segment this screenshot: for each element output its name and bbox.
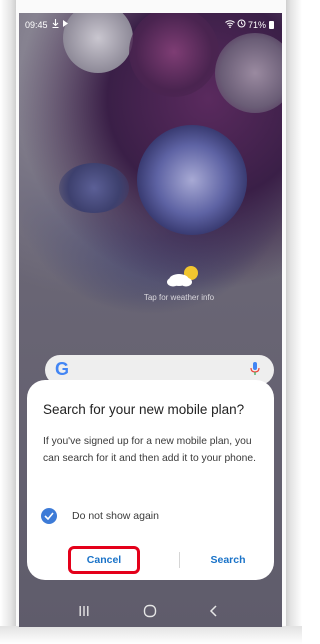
weather-widget[interactable] (115, 262, 255, 312)
shadow-bottom (0, 626, 302, 644)
status-system-icons: 71% (225, 19, 274, 30)
shadow-right (286, 0, 302, 644)
weather-label[interactable]: Tap for weather info (119, 293, 239, 302)
recent-apps-icon[interactable] (69, 603, 99, 619)
button-divider (179, 552, 180, 568)
home-icon[interactable] (135, 603, 165, 619)
wifi-icon (225, 19, 235, 30)
alarm-icon (237, 19, 246, 30)
cancel-button[interactable]: Cancel (68, 546, 140, 574)
search-button[interactable]: Search (192, 546, 264, 574)
do-not-show-again-row[interactable]: Do not show again (41, 508, 159, 524)
google-logo: G (55, 359, 70, 379)
status-bar: 09:45 71% (19, 13, 282, 35)
do-not-show-again-checkbox[interactable] (41, 508, 57, 524)
do-not-show-again-label[interactable]: Do not show again (72, 510, 159, 522)
dialog-message: If you've signed up for a new mobile pla… (43, 436, 256, 464)
download-icon (52, 19, 59, 30)
screenshot-stage: 09:45 71% Tap for weather info G Search … (0, 0, 302, 644)
check-icon (44, 512, 54, 520)
weather-sun-cloud-icon (167, 266, 198, 287)
battery-percent: 71% (247, 19, 266, 30)
navigation-bar (19, 593, 282, 627)
mobile-plan-dialog: Search for your new mobile plan? If you'… (27, 380, 274, 580)
shadow-left (0, 0, 16, 644)
back-icon[interactable] (199, 603, 229, 619)
status-time: 09:45 (25, 20, 48, 30)
phone-screen: 09:45 71% Tap for weather info G Search … (19, 13, 282, 627)
battery-icon (269, 20, 274, 29)
dialog-title: Search for your new mobile plan? (43, 402, 245, 417)
status-notification-icons (52, 19, 69, 30)
mic-icon[interactable] (250, 361, 260, 382)
play-icon (62, 19, 69, 30)
